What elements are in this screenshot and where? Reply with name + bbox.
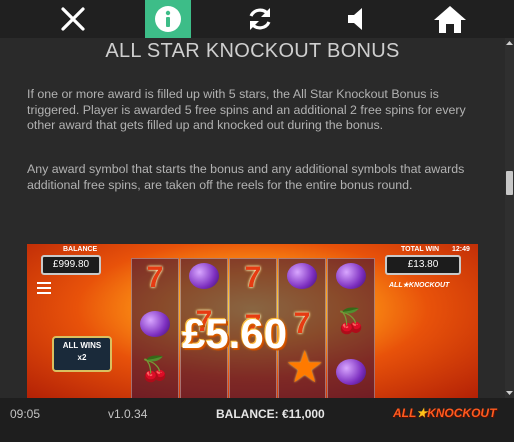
home-icon: [434, 6, 466, 33]
sound-button[interactable]: [333, 0, 379, 38]
game-logo: ALL★KNOCKOUT: [393, 406, 496, 420]
total-win-value: £13.80: [385, 255, 461, 275]
balance-value: £999.80: [41, 255, 101, 275]
menu-icon: [37, 282, 51, 297]
balance-display: BALANCE: €11,000: [216, 407, 325, 421]
replay-button[interactable]: [237, 0, 283, 38]
close-button[interactable]: [50, 0, 96, 38]
plum-symbol: [189, 263, 219, 289]
speaker-icon: [348, 8, 362, 30]
star-icon: ★: [285, 343, 325, 392]
seven-symbol: 7: [244, 261, 262, 294]
reel: 7 🍒: [131, 258, 179, 398]
home-button[interactable]: [427, 0, 473, 38]
game-preview-image: BALANCE £999.80 TOTAL WIN 12:49 £13.80 A…: [27, 244, 478, 398]
all-wins-badge: ALL WINS x2: [52, 336, 112, 372]
total-win-label: TOTAL WIN: [401, 246, 440, 253]
page-title: ALL STAR KNOCKOUT BONUS: [105, 40, 400, 62]
scroll-down-arrow-icon[interactable]: [505, 388, 514, 398]
logo-text: KNOCKOUT: [427, 406, 497, 420]
clock: 12:49: [452, 246, 470, 253]
reel: 🍒: [327, 258, 375, 398]
balance-label: BALANCE: [63, 246, 98, 253]
all-wins-label: ALL WINS: [62, 341, 102, 350]
refresh-icon: [249, 8, 271, 30]
scrollbar[interactable]: [505, 38, 514, 398]
help-paragraph: If one or more award is filled up with 5…: [27, 87, 466, 132]
cherry-symbol: 🍒: [140, 356, 170, 383]
help-paragraph: Any award symbol that starts the bonus a…: [27, 162, 465, 192]
seven-symbol: 7: [146, 261, 164, 294]
all-wins-multiplier: x2: [77, 353, 87, 362]
scroll-up-arrow-icon[interactable]: [505, 38, 514, 48]
star-icon: ★: [416, 406, 428, 420]
plum-symbol: [140, 311, 170, 337]
scrollbar-thumb[interactable]: [506, 171, 513, 195]
cherry-symbol: 🍒: [336, 308, 366, 335]
info-button[interactable]: [145, 0, 191, 38]
game-logo: ALL★KNOCKOUT: [389, 282, 450, 289]
bottom-status-bar: 09:05 v1.0.34 BALANCE: €11,000 ALL★KNOCK…: [0, 398, 514, 442]
plum-symbol: [287, 263, 317, 289]
info-icon: [155, 6, 181, 32]
close-icon: [61, 7, 85, 31]
plum-symbol: [336, 263, 366, 289]
clock: 09:05: [10, 407, 41, 421]
version-label: v1.0.34: [108, 407, 148, 421]
top-toolbar: [0, 0, 514, 38]
logo-text: ALL: [393, 406, 417, 420]
plum-symbol: [336, 359, 366, 385]
seven-symbol: 7: [293, 307, 311, 340]
win-amount: £5.60: [182, 310, 288, 357]
